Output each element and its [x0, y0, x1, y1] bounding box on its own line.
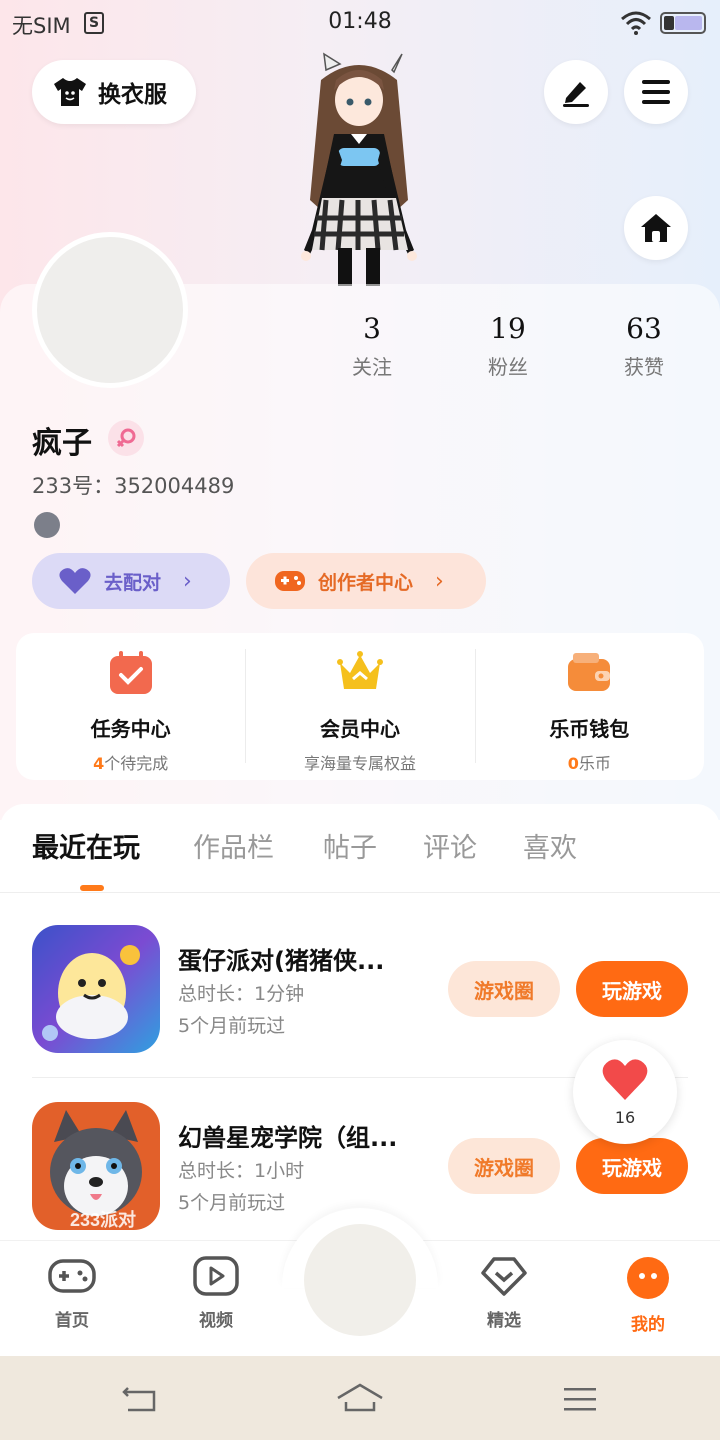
- play-game-button[interactable]: 玩游戏: [576, 1138, 688, 1194]
- edit-profile-button[interactable]: [544, 60, 608, 124]
- tab-works[interactable]: 作品栏: [193, 826, 274, 865]
- game-last-played: 5个月前玩过: [178, 1015, 286, 1037]
- female-gender-icon: [108, 420, 144, 456]
- status-bar: 无SIM S 01:48: [0, 0, 720, 46]
- tshirt-icon: [54, 78, 86, 106]
- nav-featured-label: 精选: [487, 1311, 521, 1331]
- active-tab-indicator: [80, 885, 104, 891]
- profile-tabs: 最近在玩 作品栏 帖子 评论 喜欢: [0, 826, 720, 892]
- system-navigation-bar: [0, 1356, 720, 1440]
- task-center-sub: 个待完成: [104, 754, 169, 773]
- menu-icon: [642, 80, 670, 104]
- tab-recently-played[interactable]: 最近在玩: [32, 826, 140, 865]
- match-label: 去配对: [104, 571, 162, 594]
- nav-featured[interactable]: 精选: [459, 1256, 549, 1331]
- game-thumbnail[interactable]: 233派对: [32, 1102, 160, 1230]
- badge-icon[interactable]: [34, 512, 60, 538]
- nav-mine-label: 我的: [631, 1315, 665, 1335]
- tab-comments[interactable]: 评论: [423, 826, 477, 865]
- stat-following[interactable]: 3 关注: [312, 312, 432, 380]
- avatar[interactable]: [32, 232, 188, 388]
- chevron-right-icon: ›: [183, 568, 192, 594]
- home-icon: [641, 214, 671, 242]
- like-floating-button[interactable]: 16: [573, 1040, 677, 1144]
- center-avatar-button[interactable]: [304, 1224, 416, 1336]
- game-thumbnail-text: 233派对: [70, 1209, 136, 1230]
- game-last-played: 5个月前玩过: [178, 1192, 286, 1214]
- game-duration: 总时长：1分钟: [178, 983, 305, 1005]
- home-nav-icon[interactable]: [336, 1382, 384, 1414]
- wallet-title: 乐币钱包: [549, 717, 630, 741]
- wallet-sub: 乐币: [578, 754, 611, 773]
- task-count: 4: [93, 754, 105, 773]
- profile-face-icon: [627, 1257, 669, 1299]
- menu-button[interactable]: [624, 60, 688, 124]
- following-count: 3: [363, 312, 381, 345]
- gamepad-icon: [275, 571, 305, 591]
- services-card: 任务中心 4个待完成 会员中心 享海量专属权益 乐币钱包 0乐币: [16, 633, 704, 780]
- username: 疯子: [32, 426, 92, 461]
- play-game-button[interactable]: 玩游戏: [576, 961, 688, 1017]
- coin-balance: 0: [567, 754, 579, 773]
- match-button[interactable]: 去配对 ›: [32, 553, 230, 609]
- likes-count: 63: [626, 312, 662, 345]
- task-center-title: 任务中心: [90, 717, 171, 741]
- following-label: 关注: [352, 355, 392, 379]
- game-duration: 总时长：1小时: [178, 1160, 305, 1182]
- change-outfit-label: 换衣服: [98, 82, 167, 108]
- game-circle-button[interactable]: 游戏圈: [448, 1138, 560, 1194]
- stat-likes[interactable]: 63 获赞: [584, 312, 704, 380]
- nav-home[interactable]: 首页: [27, 1256, 117, 1331]
- pen-icon: [563, 82, 589, 107]
- followers-label: 粉丝: [488, 355, 528, 379]
- creator-center-label: 创作者中心: [318, 571, 414, 594]
- heart-icon: [59, 568, 91, 594]
- crown-icon: [336, 651, 383, 689]
- heart-icon: [602, 1059, 648, 1100]
- likes-label: 获赞: [624, 355, 664, 379]
- creator-center-button[interactable]: 创作者中心 ›: [246, 553, 486, 609]
- battery-icon: [660, 12, 706, 34]
- home-button[interactable]: [624, 196, 688, 260]
- tab-likes[interactable]: 喜欢: [523, 826, 577, 865]
- nav-video[interactable]: 视频: [171, 1256, 261, 1331]
- recents-icon[interactable]: [562, 1386, 598, 1414]
- vip-center-title: 会员中心: [319, 717, 400, 741]
- calendar-check-icon: [109, 651, 152, 694]
- clock: 01:48: [328, 9, 392, 34]
- change-outfit-button[interactable]: 换衣服: [32, 60, 196, 124]
- wallet-item[interactable]: 乐币钱包 0乐币: [474, 633, 704, 780]
- game-name: 幻兽星宠学院（组...: [178, 1124, 398, 1152]
- chevron-right-icon: ›: [435, 568, 444, 594]
- followers-count: 19: [490, 312, 526, 345]
- stat-followers[interactable]: 19 粉丝: [448, 312, 568, 380]
- wallet-icon: [568, 653, 611, 691]
- task-center-item[interactable]: 任务中心 4个待完成: [16, 633, 245, 780]
- back-icon[interactable]: [120, 1384, 160, 1414]
- diamond-heart-icon: [481, 1257, 527, 1296]
- avatar-character-figure[interactable]: [286, 50, 432, 286]
- nav-home-label: 首页: [55, 1311, 89, 1331]
- user-id: 233号：352004489: [32, 474, 235, 498]
- game-name: 蛋仔派对(猪猪侠...: [178, 947, 385, 975]
- nav-mine[interactable]: 我的: [603, 1256, 693, 1335]
- tabs-divider: [0, 892, 720, 893]
- like-count: 16: [614, 1108, 636, 1127]
- wifi-icon: [621, 11, 651, 35]
- gamepad-icon: [48, 1259, 96, 1293]
- play-icon: [193, 1256, 239, 1296]
- vip-center-item[interactable]: 会员中心 享海量专属权益: [245, 633, 474, 780]
- vip-center-sub: 享海量专属权益: [303, 754, 416, 773]
- game-circle-button[interactable]: 游戏圈: [448, 961, 560, 1017]
- tab-posts[interactable]: 帖子: [323, 826, 377, 865]
- game-thumbnail[interactable]: [32, 925, 160, 1053]
- nav-video-label: 视频: [199, 1311, 233, 1331]
